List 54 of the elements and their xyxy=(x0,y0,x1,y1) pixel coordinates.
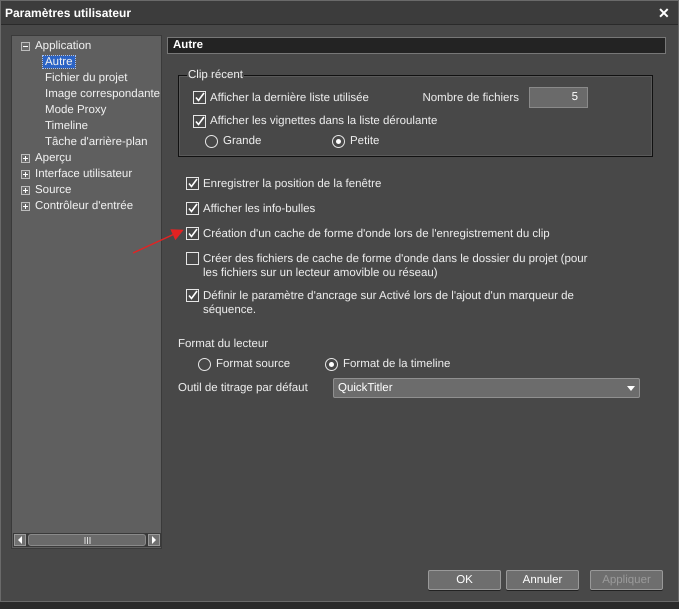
scroll-left-icon[interactable] xyxy=(14,534,26,546)
tree-item[interactable]: Application xyxy=(33,40,94,52)
dialog-button[interactable]: Annuler xyxy=(506,570,579,590)
scroll-thumb[interactable] xyxy=(28,534,146,546)
field-label: Nombre de fichiers xyxy=(422,90,519,104)
expand-icon[interactable] xyxy=(21,170,30,178)
expand-icon[interactable] xyxy=(21,202,30,210)
tree-item[interactable]: Interface utilisateur xyxy=(33,168,134,180)
checkbox[interactable] xyxy=(186,227,199,240)
checkbox-label: Définir le paramètre d'ancrage sur Activé lors de l'ajout d'un marqueur de séquence. xyxy=(203,289,575,317)
dropdown-arrow-icon xyxy=(627,386,635,390)
scroll-right-icon[interactable] xyxy=(148,534,160,546)
tree-item[interactable]: Source xyxy=(33,184,74,196)
horizontal-scrollbar[interactable] xyxy=(13,533,161,547)
collapse-icon[interactable] xyxy=(21,42,30,50)
checkbox-label: Afficher la dernière liste utilisée xyxy=(210,90,369,104)
radio-label: Format source xyxy=(216,357,290,371)
checkbox[interactable] xyxy=(186,252,199,265)
tree-item[interactable]: Image correspondante xyxy=(43,88,161,100)
file-count-field[interactable]: 5 xyxy=(529,87,588,108)
checkbox[interactable] xyxy=(193,114,206,128)
title-tool-dropdown[interactable]: QuickTitler xyxy=(333,378,640,398)
checkbox[interactable] xyxy=(186,202,199,215)
radio-label: Grande xyxy=(223,134,262,148)
checkbox-label: Créer des fichiers de cache de forme d'onde dans le dossier du projet (pour les fichiers sur un lecteur amovible ou réseau) xyxy=(203,252,588,280)
section-label: Format du lecteur xyxy=(178,337,270,351)
radio-button[interactable] xyxy=(325,358,338,370)
tree-item[interactable]: Fichier du projet xyxy=(43,72,130,84)
checkbox-label: Afficher les vignettes dans la liste déroulante xyxy=(210,114,438,128)
tree-item[interactable]: Tâche d'arrière-plan xyxy=(43,136,150,148)
checkbox-label: Création d'un cache de forme d'onde lors de l'enregistrement du clip xyxy=(203,227,550,241)
expand-icon[interactable] xyxy=(21,154,30,162)
dialog-button[interactable]: OK xyxy=(428,570,501,590)
tree-item[interactable]: Autre xyxy=(43,56,74,68)
field-label: Outil de titrage par défaut xyxy=(178,381,309,395)
close-button[interactable]: ✕ xyxy=(656,4,672,20)
radio-button[interactable] xyxy=(205,134,218,148)
radio-button[interactable] xyxy=(198,358,211,370)
expand-icon[interactable] xyxy=(21,186,30,194)
tree-item[interactable]: Contrôleur d'entrée xyxy=(33,200,136,212)
checkbox-label: Afficher les info-bulles xyxy=(203,202,316,216)
checkbox-label: Enregistrer la position de la fenêtre xyxy=(203,177,382,191)
radio-button[interactable] xyxy=(332,134,345,148)
group-title: Clip récent xyxy=(187,69,244,81)
checkbox[interactable] xyxy=(186,177,199,190)
radio-label: Format de la timeline xyxy=(343,357,450,371)
section-title: Autre xyxy=(167,37,666,54)
window-title: Paramètres utilisateur xyxy=(5,6,132,20)
checkbox[interactable] xyxy=(193,91,206,104)
checkbox[interactable] xyxy=(186,289,199,302)
tree-item[interactable]: Mode Proxy xyxy=(43,104,108,116)
tree-item[interactable]: Aperçu xyxy=(33,152,74,164)
tree-item[interactable]: Timeline xyxy=(43,120,90,132)
radio-label: Petite xyxy=(350,134,380,148)
